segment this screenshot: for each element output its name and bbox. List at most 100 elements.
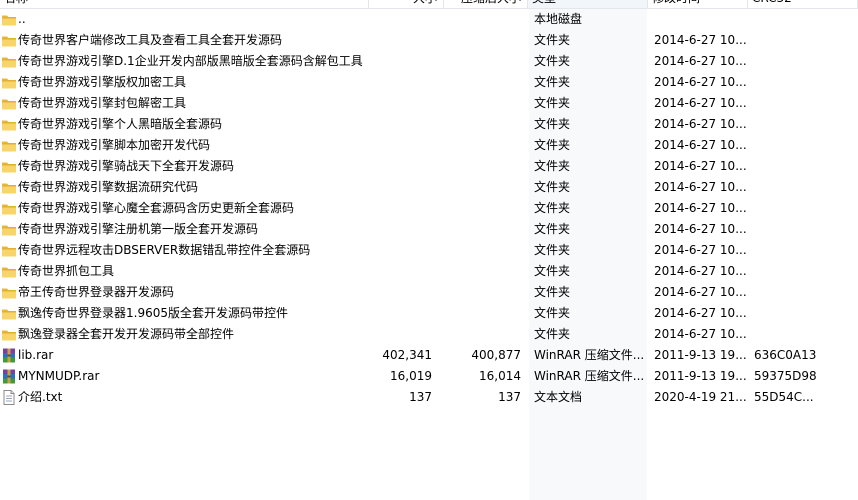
file-modified: 2014-6-27 10... (654, 285, 747, 299)
folder-icon (1, 33, 17, 48)
folder-icon (1, 138, 17, 153)
folder-icon (1, 285, 17, 300)
file-packed-size (440, 240, 521, 261)
file-type: 文件夹 (534, 264, 571, 278)
file-packed-size: 400,877 (471, 348, 521, 362)
column-header-modified[interactable]: 修改时间 (648, 0, 748, 8)
file-row[interactable]: 传奇世界游戏引擎D.1企业开发内部版黑暗版全套源码含解包工具 文件夹 2014-6-… (0, 51, 858, 72)
file-modified: 2020-4-19 21... (654, 390, 747, 404)
file-row[interactable]: 传奇世界游戏引擎脚本加密开发代码 文件夹 2014-6-27 10... (0, 135, 858, 156)
file-name: MYNMUDP.rar (18, 369, 100, 383)
file-packed-size (440, 198, 521, 219)
folder-icon (1, 222, 17, 237)
file-crc (754, 198, 844, 219)
folder-icon (1, 96, 17, 111)
rar-icon (1, 348, 17, 363)
file-crc: 59375D98 (754, 369, 817, 383)
file-type: 文件夹 (534, 33, 571, 47)
file-row[interactable]: 传奇世界游戏引擎心魔全套源码含历史更新全套源码 文件夹 2014-6-27 10..… (0, 198, 858, 219)
file-type: 文件夹 (534, 96, 571, 110)
file-type: 文件夹 (534, 159, 571, 173)
column-header-packed[interactable]: 压缩后大小 (444, 0, 528, 8)
file-row[interactable]: 传奇世界游戏引擎封包解密工具 文件夹 2014-6-27 10... (0, 93, 858, 114)
file-name: 传奇世界游戏引擎脚本加密开发代码 (18, 138, 211, 152)
file-row[interactable]: .. 本地磁盘 (0, 9, 858, 30)
file-size (380, 219, 432, 240)
file-row[interactable]: 传奇世界抓包工具 文件夹 2014-6-27 10... (0, 261, 858, 282)
file-type: WinRAR 压缩文件... (534, 348, 645, 362)
file-type: WinRAR 压缩文件... (534, 369, 645, 383)
file-row[interactable]: 帝王传奇世界登录器开发源码 文件夹 2014-6-27 10... (0, 282, 858, 303)
file-type: 文件夹 (534, 222, 571, 236)
file-name: 传奇世界游戏引擎数据流研究代码 (18, 180, 199, 194)
file-packed-size (440, 30, 521, 51)
file-crc (754, 9, 844, 30)
file-modified: 2014-6-27 10... (654, 306, 747, 320)
file-type: 本地磁盘 (534, 12, 583, 26)
file-row[interactable]: 介绍.txt 137 137 文本文档 2020-4-19 21... 55D54C... (0, 387, 858, 408)
folder-icon (1, 54, 17, 69)
folder-up-icon (1, 12, 17, 27)
folder-icon (1, 243, 17, 258)
file-crc (754, 219, 844, 240)
file-name: 飘逸登录器全套开发开发源码带全部控件 (18, 327, 235, 341)
file-packed-size (440, 303, 521, 324)
file-name: 传奇世界游戏引擎个人黑暗版全套源码 (18, 117, 223, 131)
file-crc (754, 303, 844, 324)
file-row[interactable]: 飘逸传奇世界登录器1.9605版全套开发源码带控件 文件夹 2014-6-27 10… (0, 303, 858, 324)
file-size (380, 198, 432, 219)
file-type: 文件夹 (534, 306, 571, 320)
file-size: 137 (409, 390, 432, 404)
file-packed-size (440, 219, 521, 240)
file-row[interactable]: 传奇世界远程攻击DBSERVER数据错乱带控件全套源码 文件夹 2014-6-27 … (0, 240, 858, 261)
file-name: 传奇世界游戏引擎心魔全套源码含历史更新全套源码 (18, 201, 295, 215)
file-crc (754, 30, 844, 51)
file-row[interactable]: 传奇世界游戏引擎个人黑暗版全套源码 文件夹 2014-6-27 10... (0, 114, 858, 135)
file-crc (754, 324, 844, 345)
file-modified: 2014-6-27 10... (654, 96, 747, 110)
column-header: 名称 大小 压缩后大小 类型 修改时间 CRC32 (0, 0, 858, 9)
folder-icon (1, 201, 17, 216)
file-row[interactable]: 传奇世界游戏引擎注册机第一版全套开发源码 文件夹 2014-6-27 10... (0, 219, 858, 240)
file-name: 传奇世界游戏引擎注册机第一版全套开发源码 (18, 222, 259, 236)
folder-icon (1, 306, 17, 321)
file-row[interactable]: 传奇世界游戏引擎版权加密工具 文件夹 2014-6-27 10... (0, 72, 858, 93)
file-name: 传奇世界游戏引擎版权加密工具 (18, 75, 187, 89)
file-name: 传奇世界游戏引擎D.1企业开发内部版黑暗版全套源码含解包工具 (18, 54, 363, 68)
file-size (380, 177, 432, 198)
folder-icon (1, 75, 17, 90)
file-name: 传奇世界游戏引擎封包解密工具 (18, 96, 187, 110)
file-modified (654, 9, 748, 30)
column-header-size[interactable]: 大小 (369, 0, 444, 8)
file-modified: 2014-6-27 10... (654, 264, 747, 278)
file-modified: 2014-6-27 10... (654, 54, 747, 68)
column-header-name[interactable]: 名称 (0, 0, 369, 8)
rar-icon (1, 369, 17, 384)
file-size (380, 135, 432, 156)
file-packed-size (440, 93, 521, 114)
file-row[interactable]: MYNMUDP.rar 16,019 16,014 WinRAR 压缩文件... 201… (0, 366, 858, 387)
file-packed-size (440, 177, 521, 198)
file-size (380, 156, 432, 177)
file-packed-size (440, 51, 521, 72)
file-row[interactable]: 传奇世界客户端修改工具及查看工具全套开发源码 文件夹 2014-6-27 10... (0, 30, 858, 51)
column-header-type[interactable]: 类型 (528, 0, 648, 8)
file-row[interactable]: 传奇世界游戏引擎骑战天下全套开发源码 文件夹 2014-6-27 10... (0, 156, 858, 177)
file-crc (754, 72, 844, 93)
file-size: 402,341 (382, 348, 432, 362)
file-packed-size (440, 282, 521, 303)
file-row[interactable]: 飘逸登录器全套开发开发源码带全部控件 文件夹 2014-6-27 10... (0, 324, 858, 345)
column-header-crc[interactable]: CRC32 (748, 0, 858, 8)
file-modified: 2014-6-27 10... (654, 117, 747, 131)
file-packed-size (440, 261, 521, 282)
file-crc (754, 240, 844, 261)
file-crc (754, 156, 844, 177)
file-type: 文件夹 (534, 117, 571, 131)
folder-icon (1, 327, 17, 342)
file-row[interactable]: 传奇世界游戏引擎数据流研究代码 文件夹 2014-6-27 10... (0, 177, 858, 198)
file-name: 传奇世界客户端修改工具及查看工具全套开发源码 (18, 33, 283, 47)
file-size: 16,019 (390, 369, 432, 383)
file-modified: 2014-6-27 10... (654, 222, 747, 236)
file-row[interactable]: lib.rar 402,341 400,877 WinRAR 压缩文件... 2011-… (0, 345, 858, 366)
file-packed-size (440, 324, 521, 345)
